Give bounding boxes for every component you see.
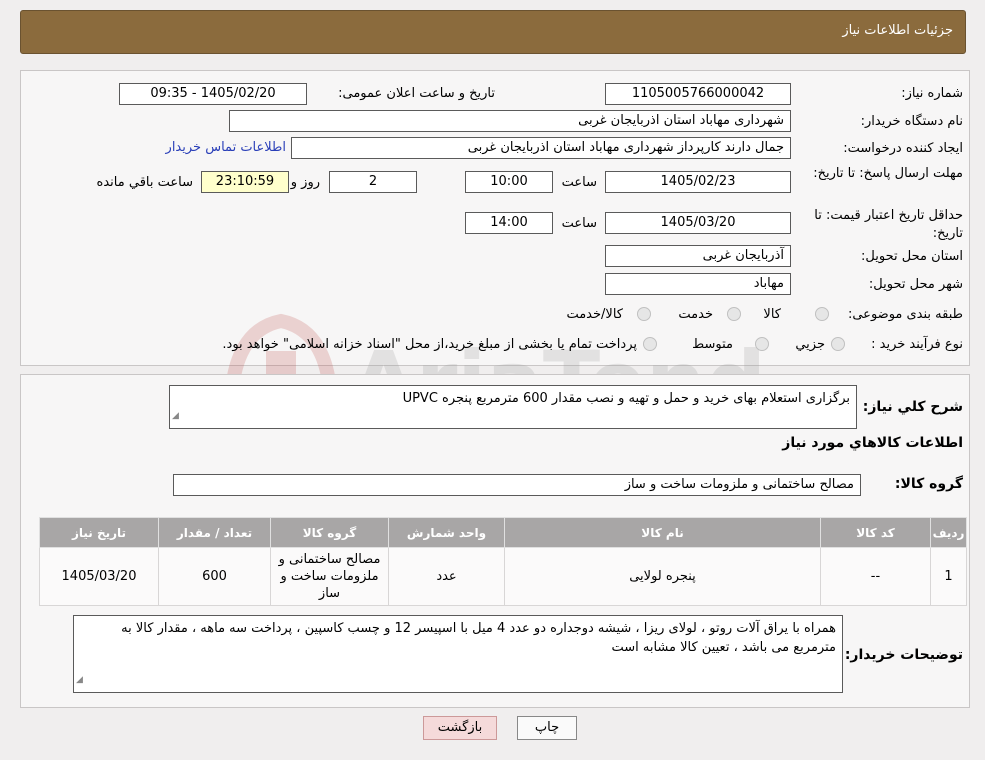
cell-unit: عدد [388, 547, 505, 606]
need-number-field: 1105005766000042 [605, 83, 791, 105]
category-option-goods: کالا [763, 307, 781, 322]
process-type-label: نوع فرآیند خرید : [871, 337, 963, 352]
table-row: 1 -- پنجره لولایی عدد مصالح ساختمانی و م… [39, 547, 967, 606]
days-label: روز و [290, 175, 320, 190]
goods-panel: شرح کلي نیاز: برگزاری استعلام بهای خرید … [20, 374, 970, 708]
remaining-label: ساعت باقي مانده [96, 175, 193, 190]
page-header: جزئیات اطلاعات نیاز [20, 10, 966, 54]
buyer-notes-field: همراه با یراق آلات روتو ، لولای ریزا ، ش… [73, 615, 843, 693]
city-field: مهاباد [605, 273, 791, 295]
reply-date-field: 1405/02/23 [605, 171, 791, 193]
description-label: شرح کلي نیاز: [862, 399, 963, 415]
buyer-org-label: نام دستگاه خریدار: [860, 114, 963, 129]
reply-time-field: 10:00 [465, 171, 553, 193]
province-field: آذربایجان غربی [605, 245, 791, 267]
province-label: استان محل تحویل: [861, 249, 963, 264]
remaining-time-field: 23:10:59 [201, 171, 289, 193]
goods-table-header: ردیف کد کالا نام کالا واحد شمارش گروه کا… [39, 517, 967, 548]
page-title: جزئیات اطلاعات نیاز [842, 23, 953, 38]
buyer-notes-label: توضیحات خریدار: [844, 647, 963, 663]
reply-time-label: ساعت [561, 175, 597, 190]
category-radio-service[interactable] [727, 307, 741, 321]
cell-goods-group: مصالح ساختمانی و ملزومات ساخت و ساز [270, 547, 389, 606]
process-radio-treasury[interactable] [643, 337, 657, 351]
description-field: برگزاری استعلام بهای خرید و حمل و تهیه و… [169, 385, 857, 429]
validity-time-field: 14:00 [465, 212, 553, 234]
category-option-service: خدمت [678, 307, 713, 322]
city-label: شهر محل تحویل: [868, 277, 963, 292]
validity-time-label: ساعت [561, 216, 597, 231]
cell-quantity: 600 [158, 547, 271, 606]
process-option-medium: متوسط [692, 337, 733, 352]
announce-datetime-field: 1405/02/20 - 09:35 [119, 83, 307, 105]
buyer-contact-link[interactable]: اطلاعات تماس خریدار [166, 140, 286, 155]
validity-date-field: 1405/03/20 [605, 212, 791, 234]
cell-goods-code: -- [820, 547, 931, 606]
process-radio-partial[interactable] [831, 337, 845, 351]
cell-need-date: 1405/03/20 [39, 547, 159, 606]
category-option-goods-service: کالا/خدمت [566, 307, 623, 322]
need-info-panel: AriaTender.neT شماره نیاز: 1105005766000… [20, 70, 970, 431]
col-need-date: تاریخ نیاز [39, 517, 159, 548]
goods-group-field: مصالح ساختمانی و ملزومات ساخت و ساز [173, 474, 861, 496]
buyer-org-field: شهرداری مهاباد استان اذربایجان غربی [229, 110, 791, 132]
category-label: طبقه بندی موضوعی: [847, 307, 963, 322]
col-goods-code: کد کالا [820, 517, 931, 548]
category-radio-goods-service[interactable] [637, 307, 651, 321]
process-radio-medium[interactable] [755, 337, 769, 351]
cell-goods-name: پنجره لولایی [504, 547, 821, 606]
col-row-number: ردیف [930, 517, 967, 548]
col-goods-name: نام کالا [504, 517, 821, 548]
price-validity-label: حداقل تاریخ اعتبار قیمت: تا تاریخ: [814, 208, 963, 241]
remaining-days-field: 2 [329, 171, 417, 193]
goods-group-label: گروه کالا: [894, 476, 963, 492]
need-number-label: شماره نیاز: [901, 86, 963, 101]
announce-datetime-label: تاریخ و ساعت اعلان عمومی: [338, 86, 495, 101]
requester-field: جمال دارند کارپرداز شهرداری مهاباد استان… [291, 137, 791, 159]
reply-deadline-label: مهلت ارسال پاسخ: تا تاریخ: [813, 166, 963, 181]
print-button[interactable]: چاپ [517, 716, 577, 740]
requester-label: ایجاد کننده درخواست: [843, 141, 963, 156]
cell-row-number: 1 [930, 547, 967, 606]
col-unit: واحد شمارش [388, 517, 505, 548]
process-option-partial: جزیي [795, 337, 825, 352]
goods-table: ردیف کد کالا نام کالا واحد شمارش گروه کا… [39, 517, 967, 606]
col-goods-group: گروه کالا [270, 517, 389, 548]
buyer-notes-text: همراه با یراق آلات روتو ، لولای ریزا ، ش… [121, 621, 836, 655]
back-button[interactable]: بازگشت [423, 716, 497, 740]
resize-grip-icon[interactable]: ◢ [76, 671, 83, 690]
process-treasury-note: پرداخت تمام یا بخشی از مبلغ خرید،از محل … [222, 337, 637, 352]
category-radio-goods[interactable] [815, 307, 829, 321]
col-quantity: تعداد / مقدار [158, 517, 271, 548]
resize-grip-icon[interactable]: ◢ [172, 407, 179, 426]
description-text: برگزاری استعلام بهای خرید و حمل و تهیه و… [402, 391, 850, 406]
goods-info-heading: اطلاعات کالاهاي مورد نياز [782, 435, 963, 451]
